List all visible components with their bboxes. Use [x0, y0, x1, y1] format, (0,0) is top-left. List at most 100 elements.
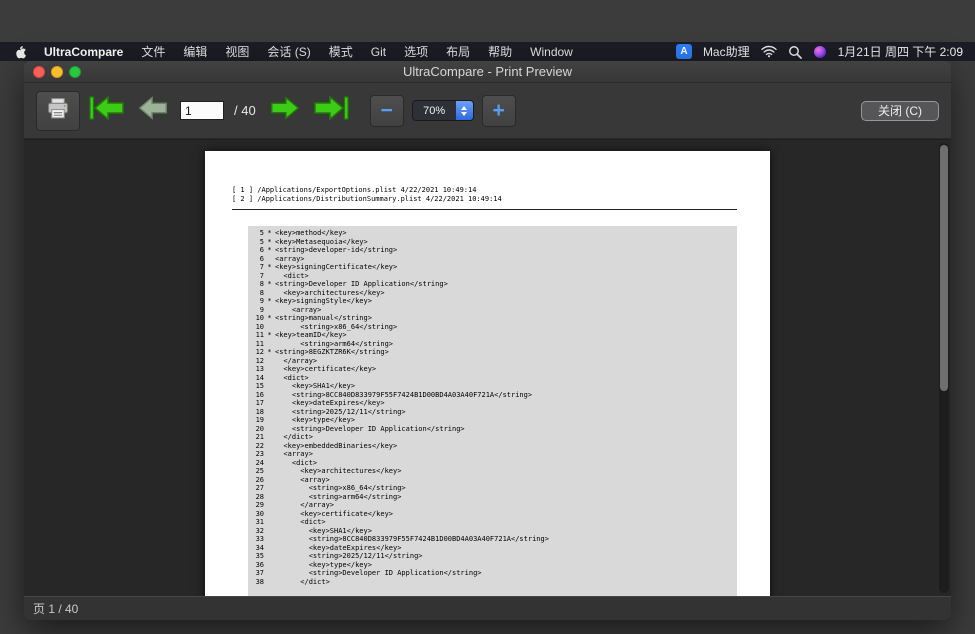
- page-total-label: / 40: [232, 103, 258, 118]
- code-line: 10 <string>x86_64</string>: [251, 323, 737, 332]
- menu-item[interactable]: 模式: [320, 43, 362, 60]
- menu-item[interactable]: 会话 (S): [258, 43, 319, 60]
- preview-area: [ 1 ] /Applications/ExportOptions.plist …: [24, 139, 951, 596]
- first-page-icon: [89, 93, 125, 128]
- code-line: 7 <dict>: [251, 272, 737, 281]
- input-method-badge[interactable]: A: [676, 44, 692, 59]
- doc-header-line: [ 1 ] /Applications/ExportOptions.plist …: [232, 186, 737, 195]
- status-bar: 页 1 / 40: [24, 596, 951, 620]
- code-line: 11*<key>teamID</key>: [251, 331, 737, 340]
- code-line: 12 </array>: [251, 357, 737, 366]
- code-line: 34 <key>dateExpires</key>: [251, 544, 737, 553]
- code-line: 29 </array>: [251, 501, 737, 510]
- print-preview-toolbar: / 40 − 70% +: [24, 83, 951, 139]
- code-line: 15 <key>SHA1</key>: [251, 382, 737, 391]
- code-line: 22 <key>embeddedBinaries</key>: [251, 442, 737, 451]
- code-line: 12*<string>8EGZKTZR6K</string>: [251, 348, 737, 357]
- doc-header-rule: [232, 209, 737, 210]
- menu-item[interactable]: 帮助: [479, 43, 521, 60]
- code-line: 11 <string>arm64</string>: [251, 340, 737, 349]
- code-line: 31 <dict>: [251, 518, 737, 527]
- stepper-down-icon: [461, 112, 467, 116]
- last-page-icon: [313, 93, 349, 128]
- code-line: 17 <key>dateExpires</key>: [251, 399, 737, 408]
- menu-item[interactable]: 布局: [437, 43, 479, 60]
- code-line: 16 <string>8CC840D833979F55F7424B1D00BD4…: [251, 391, 737, 400]
- vertical-scrollbar[interactable]: [939, 143, 949, 593]
- code-line: 25 <key>architectures</key>: [251, 467, 737, 476]
- menu-item[interactable]: Window: [521, 45, 582, 59]
- code-line: 13 <key>certificate</key>: [251, 365, 737, 374]
- code-line: 32 <key>SHA1</key>: [251, 527, 737, 536]
- menu-item[interactable]: Git: [362, 45, 395, 59]
- menu-app-name[interactable]: UltraCompare: [35, 45, 132, 59]
- menu-item[interactable]: 选项: [395, 43, 437, 60]
- last-page-button[interactable]: [312, 95, 350, 127]
- code-line: 23 <array>: [251, 450, 737, 459]
- code-line: 10*<string>manual</string>: [251, 314, 737, 323]
- ultracompare-window: UltraCompare - Print Preview: [24, 61, 951, 620]
- zoom-out-button[interactable]: −: [370, 95, 404, 127]
- printer-icon: [45, 96, 71, 126]
- code-lines: 5*<key>method</key>5*<key>Metasequoia</k…: [248, 226, 737, 596]
- code-line: 5*<key>Metasequoia</key>: [251, 238, 737, 247]
- close-window-button[interactable]: [33, 66, 45, 78]
- assistant-menu-item[interactable]: Mac助理: [703, 43, 750, 60]
- zoom-level-select[interactable]: 70%: [412, 100, 474, 121]
- code-line: 28 <string>arm64</string>: [251, 493, 737, 502]
- code-line: 6*<string>developer-id</string>: [251, 246, 737, 255]
- code-line: 35 <string>2025/12/11</string>: [251, 552, 737, 561]
- code-line: 19 <key>type</key>: [251, 416, 737, 425]
- code-line: 27 <string>x86_64</string>: [251, 484, 737, 493]
- code-line: 26 <array>: [251, 476, 737, 485]
- code-line: 37 <string>Developer ID Application</str…: [251, 569, 737, 578]
- print-button[interactable]: [36, 91, 80, 131]
- menu-status-area: A Mac助理: [676, 43, 963, 60]
- code-line: 8 <key>architectures</key>: [251, 289, 737, 298]
- code-line: 18 <string>2025/12/11</string>: [251, 408, 737, 417]
- close-preview-button[interactable]: 关闭 (C): [861, 101, 939, 121]
- code-line: 6<array>: [251, 255, 737, 264]
- window-title: UltraCompare - Print Preview: [24, 64, 951, 79]
- siri-icon[interactable]: [813, 45, 827, 59]
- title-bar: UltraCompare - Print Preview: [24, 61, 951, 83]
- doc-header: [ 1 ] /Applications/ExportOptions.plist …: [232, 186, 737, 204]
- code-line: 8*<string>Developer ID Application</stri…: [251, 280, 737, 289]
- zoom-window-button[interactable]: [69, 66, 81, 78]
- code-line: 9*<key>signingStyle</key>: [251, 297, 737, 306]
- first-page-button[interactable]: [88, 95, 126, 127]
- code-line: 24 <dict>: [251, 459, 737, 468]
- macos-menu-bar: UltraCompare 文件编辑视图会话 (S)模式Git选项布局帮助Wind…: [0, 42, 975, 61]
- next-page-icon: [268, 94, 302, 127]
- code-line: 7*<key>signingCertificate</key>: [251, 263, 737, 272]
- page-indicator: 页 1 / 40: [33, 600, 78, 617]
- menu-item[interactable]: 视图: [216, 43, 258, 60]
- spotlight-search-icon[interactable]: [788, 45, 802, 59]
- vertical-scrollbar-thumb[interactable]: [940, 145, 948, 391]
- page-number-input[interactable]: [180, 101, 224, 120]
- minimize-window-button[interactable]: [51, 66, 63, 78]
- code-line: 21 </dict>: [251, 433, 737, 442]
- code-line: 20 <string>Developer ID Application</str…: [251, 425, 737, 434]
- apple-menu-icon[interactable]: [12, 44, 35, 59]
- next-page-button[interactable]: [266, 95, 304, 127]
- menu-item[interactable]: 文件: [132, 43, 174, 60]
- code-line: 30 <key>certificate</key>: [251, 510, 737, 519]
- zoom-in-button[interactable]: +: [482, 95, 516, 127]
- stepper-up-icon: [461, 106, 467, 110]
- doc-header-line: [ 2 ] /Applications/DistributionSummary.…: [232, 195, 737, 204]
- code-line: 9 <array>: [251, 306, 737, 315]
- menu-item[interactable]: 编辑: [174, 43, 216, 60]
- previous-page-icon: [136, 94, 170, 127]
- code-line: 36 <key>type</key>: [251, 561, 737, 570]
- wifi-icon[interactable]: [761, 45, 777, 58]
- code-line: 5*<key>method</key>: [251, 229, 737, 238]
- code-line: 33 <string>8CC840D833979F55F7424B1D00BD4…: [251, 535, 737, 544]
- zoom-stepper[interactable]: [456, 101, 473, 120]
- previous-page-button[interactable]: [134, 95, 172, 127]
- code-line: 38 </dict>: [251, 578, 737, 587]
- menu-clock[interactable]: 1月21日 周四 下午 2:09: [838, 43, 963, 60]
- code-line: 14 <dict>: [251, 374, 737, 383]
- zoom-level-value: 70%: [413, 105, 456, 117]
- menu-items: 文件编辑视图会话 (S)模式Git选项布局帮助Window: [132, 43, 581, 60]
